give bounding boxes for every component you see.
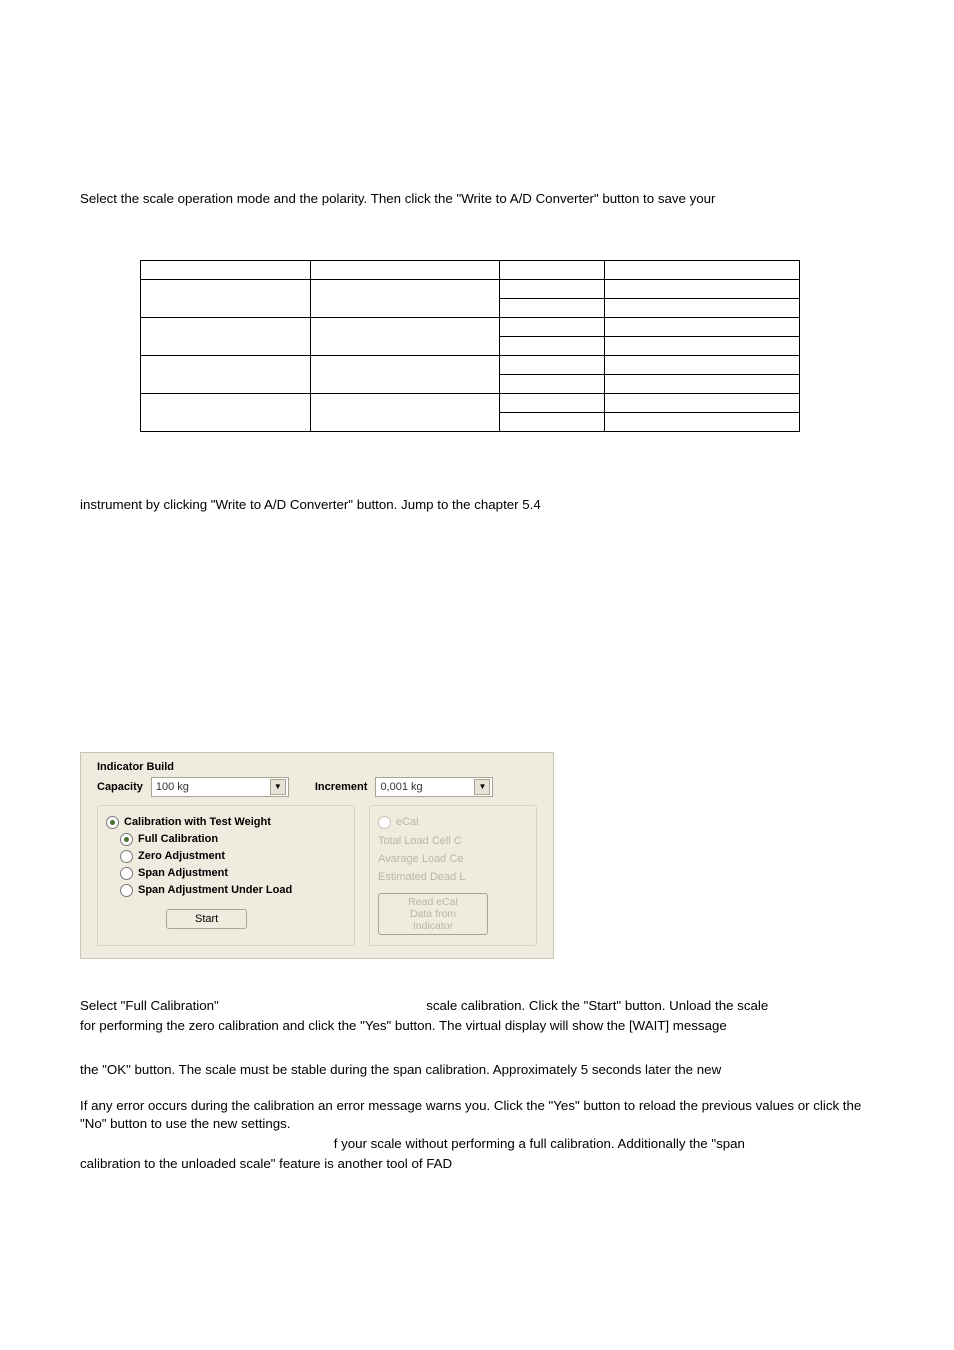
capacity-label: Capacity [97,781,143,793]
radio-full-calibration[interactable] [120,833,133,846]
read-ecal-button: Read eCal Data from Indicator [378,893,488,935]
indicator-build-panel: Indicator Build Capacity 100 kg ▼ Increm… [80,752,554,959]
increment-value: 0,001 kg [380,781,422,793]
ecal-title: eCal [396,816,419,828]
para3-part-a: Select "Full Calibration" [80,998,219,1013]
para7-part-a: f your scale without performing a full c… [334,1136,745,1151]
radio-span-under-load[interactable] [120,884,133,897]
radio-span-label: Span Adjustment [138,867,228,879]
radio-full-label: Full Calibration [138,833,218,845]
chevron-down-icon: ▼ [270,779,286,795]
radio-zero-label: Zero Adjustment [138,850,225,862]
start-button[interactable]: Start [166,909,247,929]
radio-spanload-label: Span Adjustment Under Load [138,884,292,896]
radio-zero-adjustment[interactable] [120,850,133,863]
table-row [141,260,800,279]
paragraph-8: calibration to the unloaded scale" featu… [80,1155,874,1173]
paragraph-5: the "OK" button. The scale must be stabl… [80,1061,874,1079]
para3-part-b: scale calibration. Click the "Start" but… [426,998,768,1013]
paragraph-2: instrument by clicking "Write to A/D Con… [80,496,874,514]
table-row [141,279,800,298]
paragraph-6: If any error occurs during the calibrati… [80,1097,874,1133]
panel-title: Indicator Build [97,761,537,773]
ecal-field-2: Avarage Load Ce [378,853,528,865]
paragraph-7: f your scale without performing a full c… [80,1135,874,1153]
read-ecal-line1: Read eCal [385,896,481,908]
ecal-field-1: Total Load Cell C [378,835,528,847]
table-row [141,393,800,412]
table-row [141,317,800,336]
radio-span-adjustment[interactable] [120,867,133,880]
increment-select[interactable]: 0,001 kg ▼ [375,777,493,797]
paragraph-1: Select the scale operation mode and the … [80,190,874,208]
document-page: Select the scale operation mode and the … [0,0,954,1225]
capacity-value: 100 kg [156,781,189,793]
increment-label: Increment [315,781,368,793]
table-row [141,355,800,374]
calibration-group-title: Calibration with Test Weight [124,816,271,828]
group-radio-calibration[interactable] [106,816,119,829]
read-ecal-line3: Indicator [385,920,481,932]
capacity-select[interactable]: 100 kg ▼ [151,777,289,797]
read-ecal-line2: Data from [385,908,481,920]
ecal-group: eCal Total Load Cell C Avarage Load Ce E… [369,805,537,946]
radio-ecal [378,816,391,829]
paragraph-4: for performing the zero calibration and … [80,1017,874,1035]
empty-settings-table [140,260,800,432]
paragraph-3: Select "Full Calibration" scale calibrat… [80,997,874,1015]
chevron-down-icon: ▼ [474,779,490,795]
calibration-group: Calibration with Test Weight Full Calibr… [97,805,355,946]
ecal-field-3: Estimated Dead L [378,871,528,883]
